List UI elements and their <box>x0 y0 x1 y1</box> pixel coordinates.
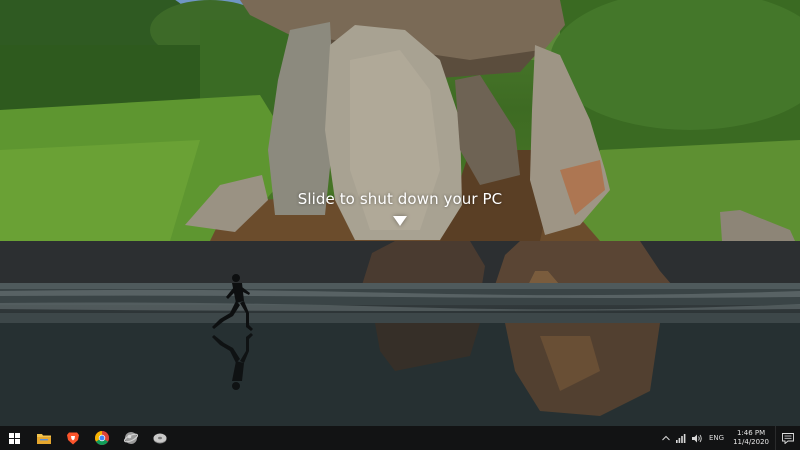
app-disc-icon <box>153 433 166 444</box>
slide-to-shutdown-label: Slide to shut down your PC <box>297 190 503 208</box>
app-button-1[interactable] <box>116 426 145 450</box>
screen: Slide to shut down your PC ENG 1:46 PM 1… <box>0 0 800 450</box>
clock-date: 11/4/2020 <box>733 438 769 446</box>
app-orb-icon <box>123 432 138 444</box>
system-tray: ENG 1:46 PM 11/4/2020 <box>659 426 800 450</box>
clock-time: 1:46 PM <box>736 429 766 437</box>
volume-button[interactable] <box>689 426 706 450</box>
network-icon <box>676 433 686 443</box>
folder-icon <box>36 434 51 444</box>
speaker-icon <box>692 434 702 442</box>
shutdown-slide-panel[interactable]: Slide to shut down your PC <box>0 0 800 241</box>
chrome-browser-button[interactable] <box>87 426 116 450</box>
input-language-button[interactable]: ENG <box>706 426 727 450</box>
notification-icon <box>782 432 794 444</box>
brave-browser-button[interactable] <box>58 426 87 450</box>
brave-lion-icon <box>66 432 79 444</box>
file-explorer-button[interactable] <box>29 426 58 450</box>
beach-wallpaper <box>0 241 800 426</box>
start-button[interactable] <box>0 426 29 450</box>
down-triangle-icon <box>393 216 407 226</box>
chevron-up-icon <box>662 435 670 441</box>
desktop-wallpaper[interactable] <box>0 241 800 426</box>
app-button-2[interactable] <box>145 426 174 450</box>
clock-button[interactable]: 1:46 PM 11/4/2020 <box>727 429 775 447</box>
windows-logo-icon <box>9 432 20 444</box>
taskbar: ENG 1:46 PM 11/4/2020 <box>0 426 800 450</box>
chrome-icon <box>94 431 109 445</box>
show-hidden-icons-button[interactable] <box>659 426 673 450</box>
network-button[interactable] <box>673 426 689 450</box>
action-center-button[interactable] <box>775 426 800 450</box>
